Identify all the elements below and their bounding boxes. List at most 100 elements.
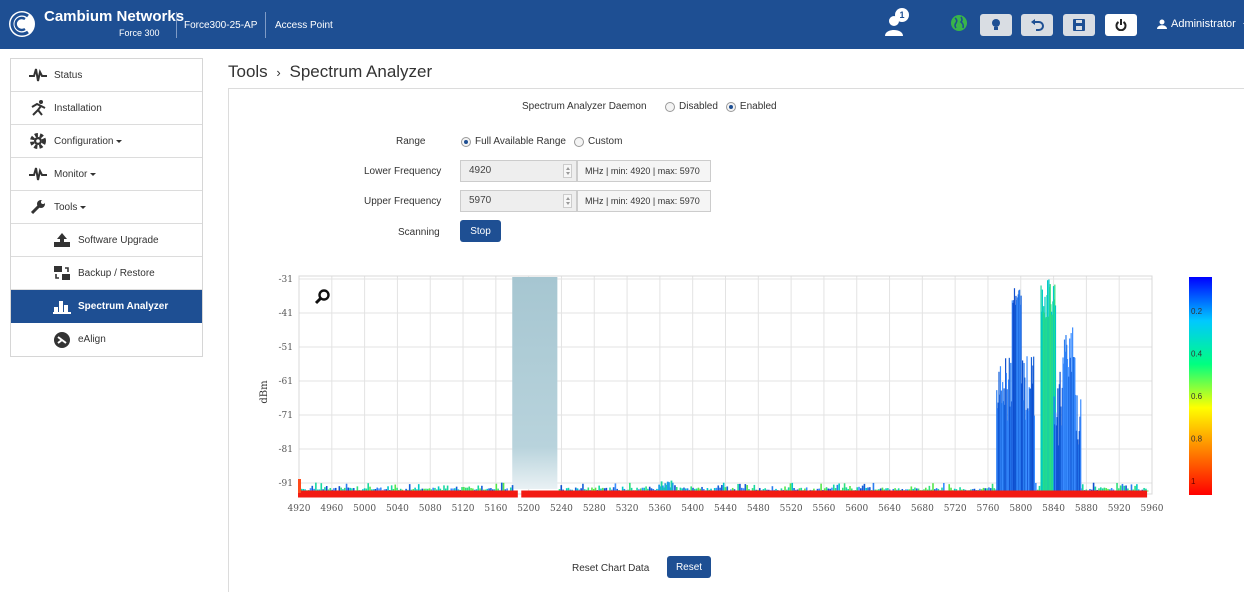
zoom-icon[interactable] [314,289,330,305]
sidebar-item-label: Software Upgrade [78,234,159,246]
x-tick-label: 5520 [780,504,803,514]
pulse-icon [28,164,48,184]
brand-model: Force 300 [119,28,160,38]
spectrum-noise-bar [744,484,747,492]
chevron-down-icon [116,139,123,143]
gear-icon [28,131,48,151]
daemon-radio-group: Disabled Enabled [665,101,785,112]
spectrum-noise-bar [1146,490,1149,492]
spectrum-noise-bar [943,482,945,492]
sidebar-item-spectrum-analyzer[interactable]: Spectrum Analyzer [11,290,202,323]
bulb-button[interactable] [980,14,1012,36]
x-tick-label: 5880 [1075,504,1098,514]
spectrum-noise-bar [582,483,584,492]
x-tick-label: 5560 [812,504,835,514]
spectrum-noise-bar [495,483,498,492]
spinner-icon[interactable] [563,194,572,208]
spectrum-noise-bar [1081,484,1084,492]
brand-name: Cambium Networks [44,8,185,25]
spectrum-noise-bar [791,482,794,492]
density-scale-label: 1 [1191,477,1196,486]
top-bar: Cambium Networks Force 300 Force300-25-A… [0,0,1244,49]
spectrum-noise-bar [320,483,323,492]
lower-frequency-input[interactable]: 4920 [460,160,577,182]
x-tick-label: 5920 [1108,504,1131,514]
x-tick-label: 5440 [714,504,737,514]
spectrum-chart[interactable]: -31 -41 -51 -61 -71 -81 -91 4920 4960 5000 5040 508… [250,268,1244,520]
spectrum-noise-bar [832,484,835,492]
scanning-label: Scanning [398,227,440,238]
bulb-icon [992,19,1000,30]
breadcrumb-current: Spectrum Analyzer [289,62,433,81]
upper-frequency-input[interactable]: 5970 [460,190,577,212]
spectrum-noise-bar [1116,482,1118,492]
runner-icon [28,98,48,118]
range-custom-radio[interactable] [574,136,584,147]
x-tick-label: 5480 [747,504,770,514]
spectrum-noise-bar [737,483,739,492]
radio-label: Disabled [679,101,718,112]
daemon-enabled-radio[interactable] [725,101,736,112]
power-icon [1115,19,1127,31]
lower-frequency-label: Lower Frequency [364,166,442,177]
y-tick-label: -41 [279,309,294,319]
x-tick-label: 4920 [288,504,311,514]
undo-button[interactable] [1021,14,1053,36]
range-full-radio[interactable] [461,136,471,147]
spectrum-noise-bar [789,483,792,492]
y-axis-label: dBm [259,380,270,404]
lower-frequency-hint: MHz | min: 4920 | max: 5970 [577,160,711,182]
x-tick-label: 5360 [648,504,671,514]
sidebar-item-configuration[interactable]: Configuration [11,125,202,158]
spectrum-noise-bar [417,484,420,492]
spectrum-noise-bar [1092,482,1095,492]
user-menu[interactable]: Administrator [1157,18,1244,30]
stop-button[interactable]: Stop [460,220,501,242]
sidebar-item-software-upgrade[interactable]: Software Upgrade [11,224,202,257]
spectrum-noise-bar [315,482,317,492]
spectrum-noise-bar [1035,482,1037,492]
reset-button[interactable]: Reset [667,556,711,578]
device-name: Force300-25-AP [184,20,258,31]
floor-band-edge [298,479,301,493]
spectrum-noise-bar [1130,484,1133,492]
sidebar-item-backup-restore[interactable]: Backup / Restore [11,257,202,290]
x-tick-label: 5200 [517,504,540,514]
x-tick-label: 5960 [1141,504,1164,514]
align-icon [52,330,72,350]
globe-icon[interactable] [950,14,968,32]
sidebar-item-label: Spectrum Analyzer [78,300,169,312]
sidebar-item-label: Backup / Restore [78,267,155,279]
spectrum-noise-bar [863,483,866,492]
sidebar-item-installation[interactable]: Installation [11,92,202,125]
brand-logo[interactable]: Cambium Networks Force 300 [6,6,184,44]
save-button[interactable] [1063,14,1095,36]
spinner-icon[interactable] [563,164,572,178]
x-tick-label: 5280 [583,504,606,514]
device-mode: Access Point [275,20,333,31]
sidebar-item-label: Monitor [54,168,88,180]
spectrum-peak-bar [1033,415,1036,492]
spectrum-noise-bar [500,482,503,492]
y-tick-label: -31 [279,275,294,285]
power-button[interactable] [1105,14,1137,36]
sidebar-item-status[interactable]: Status [11,59,202,92]
upper-frequency-label: Upper Frequency [364,196,442,207]
daemon-disabled-radio[interactable] [665,101,675,112]
sidebar-item-tools[interactable]: Tools [11,191,202,224]
x-tick-label: 5400 [681,504,704,514]
x-tick-label: 5640 [878,504,901,514]
undo-icon [1031,19,1044,31]
sidebar-item-monitor[interactable]: Monitor [11,158,202,191]
spectrum-noise-bar [948,484,951,492]
floor-band [298,490,518,498]
backup-icon [52,263,72,283]
breadcrumb-section[interactable]: Tools [228,62,268,81]
x-tick-label: 5320 [616,504,639,514]
x-tick-label: 5120 [452,504,475,514]
daemon-label: Spectrum Analyzer Daemon [522,101,647,112]
notification-badge[interactable]: 1 [895,8,909,22]
lower-frequency-value: 4920 [469,165,492,176]
cambium-logo-icon [9,11,35,37]
sidebar-item-ealign[interactable]: eAlign [11,323,202,356]
